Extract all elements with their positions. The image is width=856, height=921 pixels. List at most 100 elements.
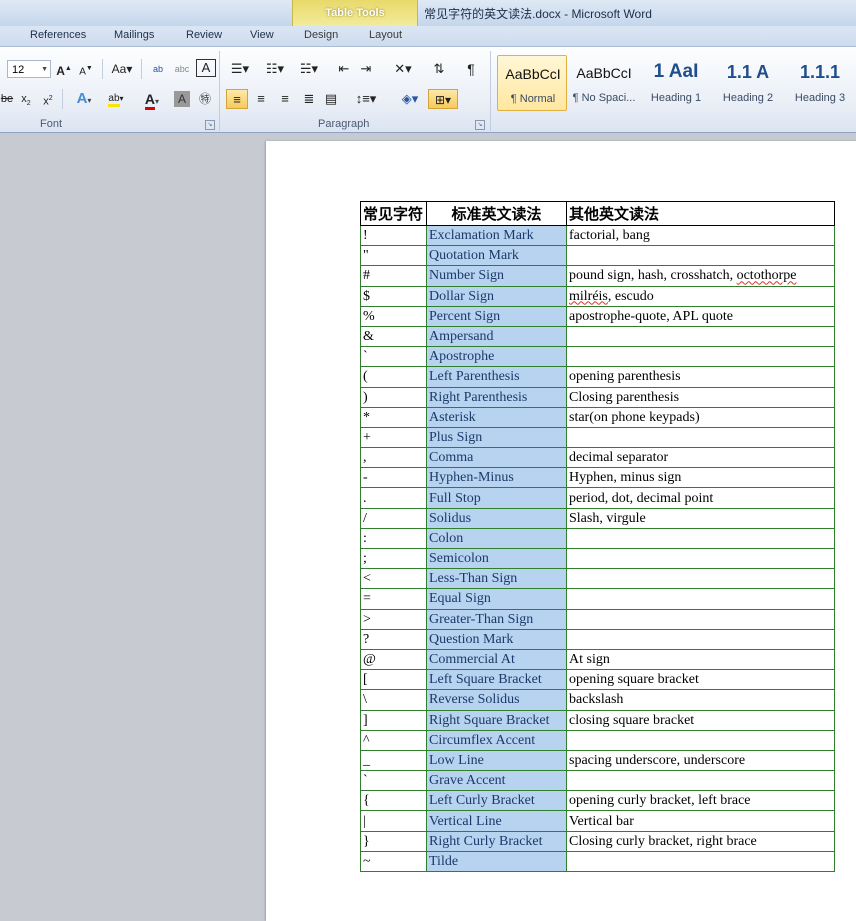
cell-character[interactable]: ` (360, 346, 427, 368)
cell-other-reading[interactable]: At sign (566, 648, 835, 671)
cell-standard-reading[interactable]: Number Sign (426, 265, 567, 287)
cell-other-reading[interactable] (566, 426, 835, 449)
cell-other-reading[interactable]: pound sign, hash, crosshatch, octothorpe (566, 265, 835, 287)
style-heading-3[interactable]: 1.1.1 Heading 3 (785, 55, 855, 111)
cell-other-reading[interactable]: milréis, escudo (566, 285, 835, 307)
cell-character[interactable]: : (360, 527, 427, 550)
header-common-char[interactable]: 常见字符 (360, 201, 427, 226)
cell-other-reading[interactable]: Closing parenthesis (566, 386, 835, 408)
cell-character[interactable]: [ (360, 669, 427, 691)
cell-standard-reading[interactable]: Tilde (426, 850, 567, 873)
header-other-reading[interactable]: 其他英文读法 (566, 201, 835, 226)
cell-other-reading[interactable]: Closing curly bracket, right brace (566, 830, 835, 852)
cell-standard-reading[interactable]: Comma (426, 447, 567, 469)
cell-standard-reading[interactable]: Right Square Bracket (426, 709, 567, 731)
cell-character[interactable]: ] (360, 709, 427, 731)
cell-standard-reading[interactable]: Low Line (426, 749, 567, 772)
tab-references[interactable]: References (30, 29, 86, 41)
cell-other-reading[interactable]: factorial, bang (566, 224, 835, 247)
change-case-icon[interactable]: Aa▾ (108, 59, 136, 79)
cell-character[interactable]: | (360, 810, 427, 832)
cell-standard-reading[interactable]: Reverse Solidus (426, 689, 567, 711)
cell-other-reading[interactable] (566, 568, 835, 590)
cell-character[interactable]: % (360, 305, 427, 327)
highlight-icon[interactable]: ab▾ (102, 89, 130, 109)
superscript-icon[interactable]: x2 (40, 89, 56, 109)
sort-icon[interactable]: ⇅ (430, 59, 448, 79)
cell-character[interactable]: , (360, 447, 427, 469)
spelling-error[interactable]: milréis (569, 289, 608, 304)
cell-character[interactable]: < (360, 568, 427, 590)
cell-standard-reading[interactable]: Grave Accent (426, 770, 567, 792)
font-size-box[interactable]: 12 ▼ (7, 60, 51, 78)
cell-standard-reading[interactable]: Percent Sign (426, 305, 567, 327)
style-heading-2[interactable]: 1.1 A Heading 2 (713, 55, 783, 111)
cell-other-reading[interactable] (566, 346, 835, 368)
cell-character[interactable]: & (360, 325, 427, 348)
increase-indent-icon[interactable]: ⇥ (358, 59, 374, 79)
show-formatting-icon[interactable]: ¶ (463, 59, 479, 79)
cell-standard-reading[interactable]: Plus Sign (426, 426, 567, 449)
cell-other-reading[interactable] (566, 325, 835, 348)
tab-mailings[interactable]: Mailings (114, 29, 154, 41)
cell-character[interactable]: @ (360, 648, 427, 671)
cell-other-reading[interactable]: star(on phone keypads) (566, 406, 835, 428)
spelling-error[interactable]: octothorpe (737, 268, 797, 283)
align-left-icon[interactable]: ≡ (226, 89, 248, 109)
strikethrough-icon[interactable]: be (0, 89, 14, 109)
asian-layout-icon[interactable]: ✕▾ (390, 59, 416, 79)
cell-standard-reading[interactable]: Less-Than Sign (426, 568, 567, 590)
cell-standard-reading[interactable]: Apostrophe (426, 346, 567, 368)
cell-standard-reading[interactable]: Exclamation Mark (426, 224, 567, 247)
cell-character[interactable]: ` (360, 770, 427, 792)
style-heading-1[interactable]: 1 AaI Heading 1 (641, 55, 711, 111)
cell-other-reading[interactable]: spacing underscore, underscore (566, 749, 835, 772)
header-standard-reading[interactable]: 标准英文读法 (426, 201, 567, 226)
cell-other-reading[interactable]: apostrophe-quote, APL quote (566, 305, 835, 327)
cell-character[interactable]: " (360, 245, 427, 267)
cell-standard-reading[interactable]: Asterisk (426, 406, 567, 428)
tab-view[interactable]: View (250, 29, 274, 41)
character-shading-icon[interactable]: A (174, 91, 190, 107)
cell-standard-reading[interactable]: Ampersand (426, 325, 567, 348)
cell-character[interactable]: / (360, 507, 427, 529)
cell-standard-reading[interactable]: Right Curly Bracket (426, 830, 567, 852)
cell-other-reading[interactable] (566, 729, 835, 751)
cell-standard-reading[interactable]: Commercial At (426, 648, 567, 671)
cell-standard-reading[interactable]: Right Parenthesis (426, 386, 567, 408)
style-normal[interactable]: AaBbCcI ¶ Normal (497, 55, 567, 111)
cell-standard-reading[interactable]: Hyphen-Minus (426, 467, 567, 489)
cell-character[interactable]: } (360, 830, 427, 852)
numbering-icon[interactable]: ☷▾ (262, 59, 288, 79)
cell-character[interactable]: ) (360, 386, 427, 408)
cell-standard-reading[interactable]: Semicolon (426, 547, 567, 570)
cell-standard-reading[interactable]: Colon (426, 527, 567, 550)
enclose-characters-icon[interactable]: ㊕ (196, 89, 214, 109)
bullets-icon[interactable]: ☰▾ (228, 59, 252, 79)
cell-character[interactable]: _ (360, 749, 427, 772)
character-table[interactable]: 常见字符 标准英文读法 其他英文读法 ! Exclamation Mark fact… (360, 201, 835, 873)
cell-standard-reading[interactable]: Solidus (426, 507, 567, 529)
cell-character[interactable]: > (360, 608, 427, 630)
cell-other-reading[interactable] (566, 608, 835, 630)
cell-standard-reading[interactable]: Equal Sign (426, 588, 567, 610)
cell-other-reading[interactable]: opening curly bracket, left brace (566, 790, 835, 812)
cell-character[interactable]: + (360, 426, 427, 449)
cell-other-reading[interactable]: period, dot, decimal point (566, 487, 835, 509)
shrink-font-icon[interactable]: A▼ (77, 59, 95, 79)
cell-other-reading[interactable]: backslash (566, 689, 835, 711)
justify-icon[interactable]: ≣ (300, 89, 318, 109)
cell-standard-reading[interactable]: Vertical Line (426, 810, 567, 832)
cell-other-reading[interactable] (566, 850, 835, 873)
clear-formatting-icon[interactable]: ab (148, 59, 168, 79)
cell-character[interactable]: ? (360, 628, 427, 650)
cell-character[interactable]: . (360, 487, 427, 509)
cell-character[interactable]: * (360, 406, 427, 428)
paragraph-dialog-launcher[interactable]: ↘ (475, 120, 485, 130)
cell-character[interactable]: { (360, 790, 427, 812)
borders-icon[interactable]: ⊞▾ (428, 89, 458, 109)
cell-other-reading[interactable] (566, 770, 835, 792)
cell-character[interactable]: ; (360, 547, 427, 570)
cell-character[interactable]: ( (360, 366, 427, 388)
cell-other-reading[interactable] (566, 628, 835, 650)
